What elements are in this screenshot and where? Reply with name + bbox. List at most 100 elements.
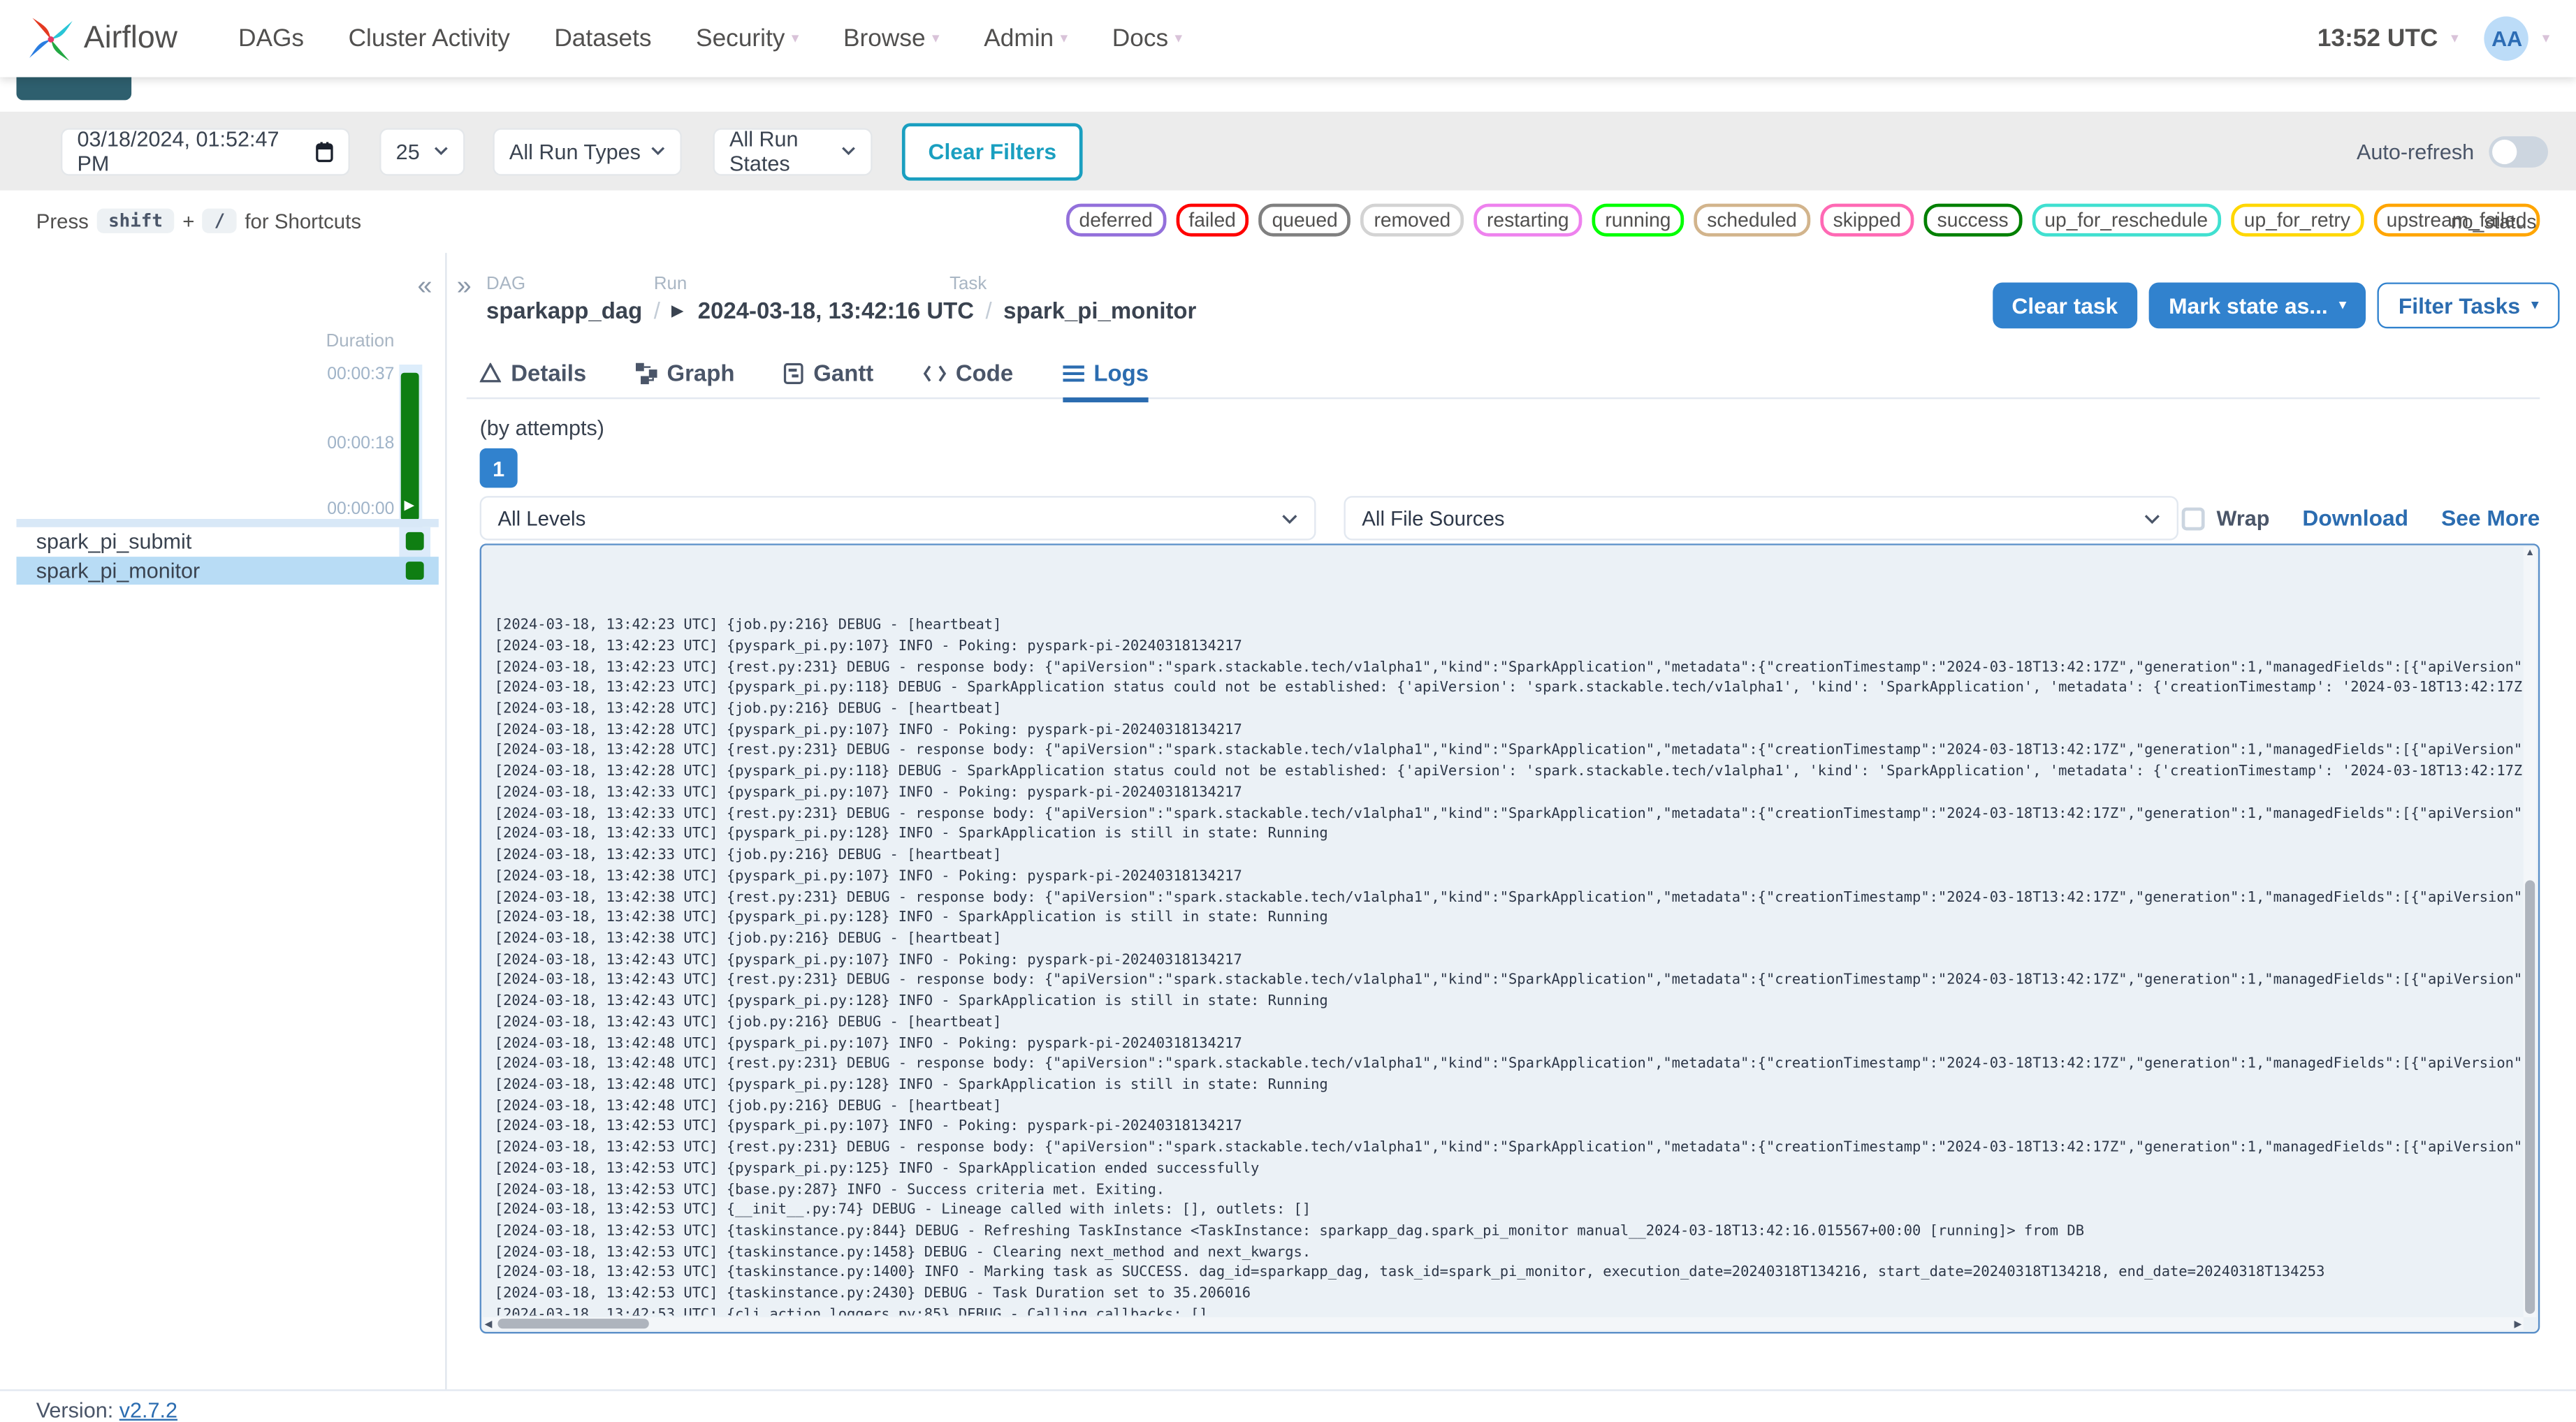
- mark-state-button[interactable]: Mark state as... ▾: [2148, 282, 2366, 329]
- slash-key: /: [203, 208, 237, 233]
- state-badge[interactable]: scheduled: [1694, 203, 1810, 237]
- task-row[interactable]: spark_pi_submit: [17, 527, 439, 556]
- shift-key: shift: [96, 208, 175, 233]
- scroll-up-arrow[interactable]: ▲: [2525, 548, 2535, 558]
- nav-menu-item[interactable]: Cluster Activity ▾: [349, 24, 510, 52]
- page-size-select[interactable]: 25: [379, 127, 465, 175]
- state-badge[interactable]: up_for_reschedule: [2031, 203, 2221, 237]
- chevron-down-icon: ▾: [1174, 29, 1183, 46]
- state-badge[interactable]: removed: [1360, 203, 1464, 237]
- log-levels-select[interactable]: All Levels: [479, 496, 1316, 541]
- task-row[interactable]: spark_pi_monitor: [16, 555, 439, 585]
- log-line: [2024-03-18, 13:42:33 UTC] {rest.py:231}…: [494, 805, 2522, 823]
- toggle-knob: [2492, 138, 2517, 163]
- state-badge[interactable]: running: [1592, 203, 1684, 237]
- tab-code[interactable]: Code: [923, 348, 1013, 397]
- clear-filters-button[interactable]: Clear Filters: [901, 122, 1083, 180]
- scroll-left-arrow[interactable]: ◀: [485, 1319, 493, 1331]
- state-badge[interactable]: failed: [1175, 203, 1249, 237]
- chevron-down-icon: ▾: [2339, 297, 2346, 312]
- log-line: [2024-03-18, 13:42:33 UTC] {job.py:216} …: [494, 847, 1002, 864]
- log-line: [2024-03-18, 13:42:38 UTC] {rest.py:231}…: [494, 889, 2522, 906]
- utc-clock[interactable]: 13:52 UTC: [2317, 24, 2438, 52]
- breadcrumb-separator: /: [653, 297, 660, 324]
- chevron-down-icon: ▾: [2542, 29, 2550, 46]
- chevron-down-icon: [1282, 513, 1297, 523]
- breadcrumb-task-label: Task: [949, 274, 987, 294]
- run-types-select[interactable]: All Run Types: [493, 127, 682, 175]
- version-link[interactable]: v2.7.2: [119, 1398, 177, 1422]
- chevron-down-icon: ▾: [2531, 297, 2538, 312]
- code-brackets-icon: [923, 365, 946, 381]
- airflow-pinwheel-icon: [29, 17, 73, 61]
- footer: Version: v2.7.2: [0, 1389, 2576, 1422]
- filter-bar: 03/18/2024, 01:52:47 PM 25 All Run Types…: [0, 111, 2576, 191]
- state-badge[interactable]: queued: [1258, 203, 1351, 237]
- tab-graph[interactable]: Graph: [635, 348, 734, 397]
- tab-logs[interactable]: Logs: [1062, 348, 1149, 403]
- log-line: [2024-03-18, 13:42:48 UTC] {job.py:216} …: [494, 1098, 1002, 1115]
- task-actions: Clear task Mark state as... ▾ Filter Tas…: [1992, 282, 2560, 329]
- nav-menu-item[interactable]: Browse ▾: [843, 24, 940, 52]
- run-states-select[interactable]: All Run States: [713, 126, 873, 176]
- nav-menu-item[interactable]: DAGs ▾: [238, 24, 304, 52]
- download-link[interactable]: Download: [2302, 506, 2408, 530]
- wrap-checkbox[interactable]: [2182, 506, 2206, 530]
- log-line: [2024-03-18, 13:42:33 UTC] {pyspark_pi.p…: [494, 784, 1242, 802]
- task-success-square[interactable]: [405, 561, 424, 579]
- duration-tick: 00:00:00: [327, 499, 395, 520]
- attempt-1-button[interactable]: 1: [479, 448, 518, 488]
- filter-tasks-button[interactable]: Filter Tasks ▾: [2377, 282, 2560, 329]
- nav-menu-item[interactable]: Security ▾: [696, 24, 799, 52]
- no-status-label: no_status: [2451, 210, 2537, 233]
- state-badge[interactable]: skipped: [1819, 203, 1914, 237]
- graph-nodes-icon: [635, 362, 657, 384]
- state-badge[interactable]: deferred: [1065, 203, 1166, 237]
- tab-details[interactable]: Details: [479, 348, 586, 397]
- horizontal-scroll-thumb[interactable]: [497, 1319, 649, 1329]
- clear-task-button[interactable]: Clear task: [1992, 282, 2138, 329]
- run-datetime-input[interactable]: 03/18/2024, 01:52:47 PM: [61, 126, 350, 176]
- state-badge[interactable]: up_for_retry: [2230, 203, 2364, 237]
- log-line: [2024-03-18, 13:42:38 UTC] {pyspark_pi.p…: [494, 868, 1242, 885]
- breadcrumb-dag-value[interactable]: sparkapp_dag: [486, 298, 642, 324]
- breadcrumb-separator: /: [985, 297, 992, 324]
- tab-gantt[interactable]: Gantt: [784, 348, 873, 397]
- collapse-sidebar-icon[interactable]: «: [417, 272, 432, 302]
- horizontal-scrollbar[interactable]: ◀ ▶: [483, 1317, 2524, 1331]
- see-more-link[interactable]: See More: [2441, 506, 2540, 530]
- log-file-sources-select[interactable]: All File Sources: [1344, 496, 2178, 541]
- detail-tabs: Details Graph Gantt Code Logs: [466, 348, 2540, 403]
- auto-refresh-toggle[interactable]: [2489, 135, 2549, 167]
- breadcrumb-run-value[interactable]: 2024-03-18, 13:42:16 UTC: [698, 298, 974, 324]
- nav-menu-item[interactable]: Docs ▾: [1112, 24, 1182, 52]
- vertical-scrollbar[interactable]: ▲: [2523, 547, 2537, 1317]
- navbar: Airflow DAGs ▾ Cluster Activity ▾ Datase…: [0, 0, 2576, 78]
- duration-tick: 00:00:18: [327, 433, 395, 453]
- log-line: [2024-03-18, 13:42:53 UTC] {base.py:287}…: [494, 1181, 1165, 1199]
- log-line: [2024-03-18, 13:42:53 UTC] {pyspark_pi.p…: [494, 1161, 1260, 1178]
- breadcrumb-dag-label: DAG: [486, 274, 526, 294]
- breadcrumb-task-value[interactable]: spark_pi_monitor: [1003, 298, 1196, 324]
- duration-tick: 00:00:37: [327, 365, 395, 385]
- scroll-right-arrow[interactable]: ▶: [2515, 1319, 2522, 1331]
- log-line: [2024-03-18, 13:42:53 UTC] {pyspark_pi.p…: [494, 1119, 1242, 1136]
- log-line: [2024-03-18, 13:42:43 UTC] {rest.py:231}…: [494, 972, 2522, 990]
- expand-panel-icon[interactable]: »: [457, 272, 472, 302]
- nav-menu-item[interactable]: Datasets ▾: [554, 24, 651, 52]
- state-badge[interactable]: restarting: [1473, 203, 1582, 237]
- log-line: [2024-03-18, 13:42:23 UTC] {pyspark_pi.p…: [494, 680, 2522, 697]
- nav-menu: DAGs ▾ Cluster Activity ▾ Datasets ▾ Sec…: [238, 24, 1182, 52]
- log-output-box[interactable]: [2024-03-18, 13:42:23 UTC] {job.py:216} …: [479, 543, 2540, 1334]
- state-badge[interactable]: success: [1923, 203, 2022, 237]
- task-success-square[interactable]: [405, 532, 424, 550]
- avatar[interactable]: AA: [2484, 16, 2529, 61]
- nav-menu-item[interactable]: Admin ▾: [984, 24, 1068, 52]
- airflow-logo[interactable]: Airflow: [27, 14, 177, 64]
- airflow-app: Airflow DAGs ▾ Cluster Activity ▾ Datase…: [0, 0, 2576, 1422]
- log-line: [2024-03-18, 13:42:43 UTC] {pyspark_pi.p…: [494, 993, 1328, 1011]
- chevron-down-icon: [434, 147, 448, 156]
- vertical-scroll-thumb[interactable]: [2525, 880, 2535, 1314]
- grid-sidebar: « Duration 00:00:37 00:00:18 00:00:00 ▶ …: [0, 253, 447, 1391]
- version-info: Version: v2.7.2: [36, 1398, 178, 1422]
